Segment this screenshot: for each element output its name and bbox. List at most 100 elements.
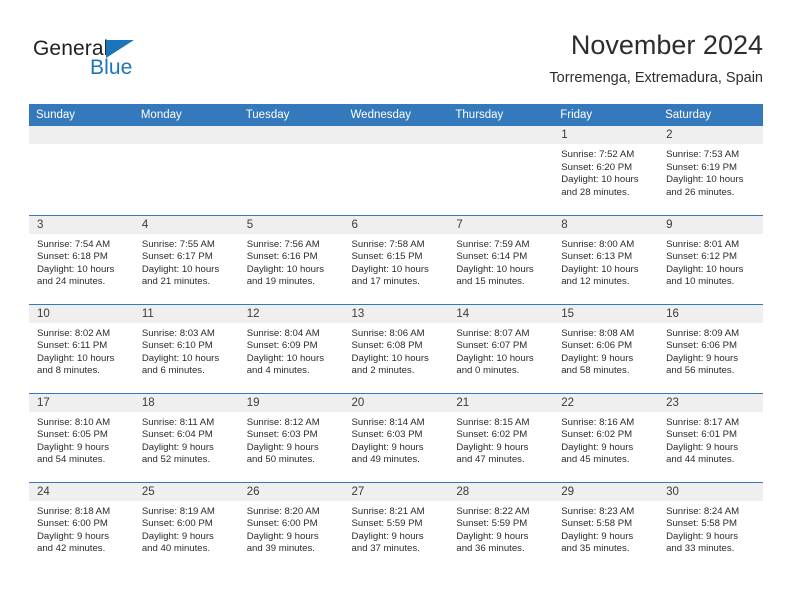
- day-number: [343, 126, 449, 144]
- calendar-day-cell-empty: [29, 126, 134, 215]
- sunset-text: Sunset: 5:59 PM: [351, 518, 423, 530]
- weekday-header-sunday: Sunday: [29, 104, 134, 126]
- calendar-week-row: 3 Sunrise: 7:54 AM Sunset: 6:18 PM Daylight…: [29, 214, 763, 304]
- calendar-day-cell[interactable]: 18 Sunrise: 8:11 AM Sunset: 6:04 PM Dayligh…: [133, 392, 239, 482]
- sunset-text: Sunset: 6:00 PM: [141, 518, 213, 530]
- daylight-text-line2: and 56 minutes.: [666, 365, 735, 377]
- weekday-header-monday: Monday: [133, 104, 239, 126]
- day-info: Sunrise: 8:09 AM Sunset: 6:06 PM Daylight:…: [658, 323, 763, 378]
- calendar-page: General Blue November 2024 Torremenga, E…: [0, 0, 792, 612]
- day-info: Sunrise: 8:17 AM Sunset: 6:01 PM Daylight:…: [658, 412, 763, 467]
- calendar-week-row: 17 Sunrise: 8:10 AM Sunset: 6:05 PM Dayligh…: [29, 392, 763, 482]
- calendar-day-cell[interactable]: 19 Sunrise: 8:12 AM Sunset: 6:03 PM Dayligh…: [238, 392, 344, 482]
- day-info: Sunrise: 8:04 AM Sunset: 6:09 PM Daylight:…: [239, 323, 344, 378]
- day-info: Sunrise: 8:06 AM Sunset: 6:08 PM Daylight:…: [344, 323, 449, 378]
- day-number: 2: [658, 126, 763, 144]
- sunrise-text: Sunrise: 7:54 AM: [37, 238, 111, 250]
- daylight-text-line1: Daylight: 9 hours: [456, 441, 529, 453]
- day-info: Sunrise: 7:54 AM Sunset: 6:18 PM Daylight:…: [29, 234, 134, 289]
- calendar-day-cell[interactable]: 23 Sunrise: 8:17 AM Sunset: 6:01 PM Dayligh…: [658, 392, 763, 482]
- daylight-text-line2: and 17 minutes.: [351, 276, 420, 288]
- day-number: 19: [238, 393, 344, 412]
- day-info: Sunrise: 8:23 AM Sunset: 5:58 PM Daylight:…: [553, 501, 658, 556]
- calendar-day-cell[interactable]: 3 Sunrise: 7:54 AM Sunset: 6:18 PM Daylight…: [29, 214, 134, 304]
- sunset-text: Sunset: 6:14 PM: [456, 251, 528, 263]
- day-info: Sunrise: 8:15 AM Sunset: 6:02 PM Daylight:…: [448, 412, 553, 467]
- daylight-text-line1: Daylight: 10 hours: [456, 263, 534, 275]
- daylight-text-line1: Daylight: 9 hours: [141, 530, 214, 542]
- day-info: Sunrise: 8:10 AM Sunset: 6:05 PM Daylight:…: [29, 412, 134, 467]
- day-info: Sunrise: 8:03 AM Sunset: 6:10 PM Daylight:…: [134, 323, 239, 378]
- calendar-day-cell[interactable]: 17 Sunrise: 8:10 AM Sunset: 6:05 PM Dayligh…: [29, 392, 134, 482]
- calendar-day-cell[interactable]: 29 Sunrise: 8:23 AM Sunset: 5:58 PM Dayligh…: [553, 481, 659, 571]
- sunset-text: Sunset: 6:04 PM: [141, 429, 213, 441]
- daylight-text-line1: Daylight: 9 hours: [561, 441, 634, 453]
- weekday-header-friday: Friday: [553, 104, 659, 126]
- daylight-text-line1: Daylight: 10 hours: [561, 263, 639, 275]
- day-number: 12: [238, 304, 344, 323]
- calendar-day-cell[interactable]: 16 Sunrise: 8:09 AM Sunset: 6:06 PM Dayligh…: [658, 303, 763, 393]
- sunset-text: Sunset: 6:15 PM: [351, 251, 423, 263]
- calendar-day-cell[interactable]: 21 Sunrise: 8:15 AM Sunset: 6:02 PM Dayligh…: [448, 392, 554, 482]
- calendar-day-cell[interactable]: 5 Sunrise: 7:56 AM Sunset: 6:16 PM Daylight…: [238, 214, 344, 304]
- calendar-day-cell[interactable]: 2 Sunrise: 7:53 AM Sunset: 6:19 PM Daylight…: [658, 126, 763, 215]
- sunset-text: Sunset: 6:05 PM: [37, 429, 108, 441]
- sunset-text: Sunset: 6:02 PM: [456, 429, 528, 441]
- calendar-day-cell[interactable]: 15 Sunrise: 8:08 AM Sunset: 6:06 PM Dayligh…: [553, 303, 659, 393]
- daylight-text-line1: Daylight: 9 hours: [246, 441, 319, 453]
- calendar-day-cell[interactable]: 1 Sunrise: 7:52 AM Sunset: 6:20 PM Daylight…: [553, 126, 659, 215]
- calendar-day-cell[interactable]: 10 Sunrise: 8:02 AM Sunset: 6:11 PM Dayligh…: [29, 303, 134, 393]
- calendar-grid: Sunday Monday Tuesday Wednesday Thursday…: [29, 104, 763, 571]
- day-info: Sunrise: 8:01 AM Sunset: 6:12 PM Daylight:…: [658, 234, 763, 289]
- page-subtitle: Torremenga, Extremadura, Spain: [549, 70, 763, 86]
- sunset-text: Sunset: 5:58 PM: [666, 518, 737, 530]
- sunrise-text: Sunrise: 7:59 AM: [456, 238, 530, 250]
- sunset-text: Sunset: 6:03 PM: [246, 429, 318, 441]
- day-number: 20: [343, 393, 449, 412]
- calendar-day-cell[interactable]: 26 Sunrise: 8:20 AM Sunset: 6:00 PM Dayligh…: [238, 481, 344, 571]
- calendar-day-cell[interactable]: 28 Sunrise: 8:22 AM Sunset: 5:59 PM Dayligh…: [448, 481, 554, 571]
- weekday-header-saturday: Saturday: [658, 104, 763, 126]
- calendar-day-cell[interactable]: 30 Sunrise: 8:24 AM Sunset: 5:58 PM Dayligh…: [658, 481, 763, 571]
- calendar-day-cell[interactable]: 22 Sunrise: 8:16 AM Sunset: 6:02 PM Dayligh…: [553, 392, 659, 482]
- calendar-day-cell[interactable]: 12 Sunrise: 8:04 AM Sunset: 6:09 PM Dayligh…: [238, 303, 344, 393]
- daylight-text-line2: and 4 minutes.: [246, 365, 310, 377]
- day-number: 26: [238, 482, 344, 501]
- calendar-day-cell[interactable]: 6 Sunrise: 7:58 AM Sunset: 6:15 PM Daylight…: [343, 214, 449, 304]
- day-number: 8: [553, 215, 659, 234]
- day-info: Sunrise: 8:12 AM Sunset: 6:03 PM Daylight:…: [239, 412, 344, 467]
- calendar-day-cell[interactable]: 25 Sunrise: 8:19 AM Sunset: 6:00 PM Dayligh…: [133, 481, 239, 571]
- calendar-day-cell[interactable]: 24 Sunrise: 8:18 AM Sunset: 6:00 PM Dayligh…: [29, 481, 134, 571]
- day-number: 11: [133, 304, 239, 323]
- day-info: Sunrise: 8:00 AM Sunset: 6:13 PM Daylight:…: [553, 234, 658, 289]
- sunrise-text: Sunrise: 8:23 AM: [561, 505, 635, 517]
- sunset-text: Sunset: 6:03 PM: [351, 429, 423, 441]
- sunrise-text: Sunrise: 8:22 AM: [456, 505, 530, 517]
- day-info: Sunrise: 8:21 AM Sunset: 5:59 PM Daylight:…: [344, 501, 449, 556]
- daylight-text-line1: Daylight: 9 hours: [561, 352, 634, 364]
- day-info: Sunrise: 8:18 AM Sunset: 6:00 PM Daylight:…: [29, 501, 134, 556]
- calendar-day-cell[interactable]: 11 Sunrise: 8:03 AM Sunset: 6:10 PM Dayligh…: [133, 303, 239, 393]
- calendar-day-cell[interactable]: 4 Sunrise: 7:55 AM Sunset: 6:17 PM Daylight…: [133, 214, 239, 304]
- sunset-text: Sunset: 6:02 PM: [561, 429, 633, 441]
- calendar-day-cell[interactable]: 20 Sunrise: 8:14 AM Sunset: 6:03 PM Dayligh…: [343, 392, 449, 482]
- calendar-day-cell[interactable]: 7 Sunrise: 7:59 AM Sunset: 6:14 PM Daylight…: [448, 214, 554, 304]
- daylight-text-line2: and 40 minutes.: [141, 543, 211, 555]
- sunset-text: Sunset: 6:11 PM: [37, 340, 108, 352]
- calendar-day-cell[interactable]: 14 Sunrise: 8:07 AM Sunset: 6:07 PM Dayligh…: [448, 303, 554, 393]
- calendar-day-cell[interactable]: 27 Sunrise: 8:21 AM Sunset: 5:59 PM Dayligh…: [343, 481, 449, 571]
- daylight-text-line2: and 0 minutes.: [456, 365, 520, 377]
- calendar-day-cell[interactable]: 13 Sunrise: 8:06 AM Sunset: 6:08 PM Dayligh…: [343, 303, 449, 393]
- day-number: 17: [29, 393, 134, 412]
- generalblue-logo[interactable]: General Blue: [33, 38, 203, 90]
- daylight-text-line2: and 8 minutes.: [37, 365, 100, 377]
- title-block: November 2024 Torremenga, Extremadura, S…: [549, 28, 763, 88]
- calendar-day-cell[interactable]: 8 Sunrise: 8:00 AM Sunset: 6:13 PM Daylight…: [553, 214, 659, 304]
- day-info: Sunrise: 7:59 AM Sunset: 6:14 PM Daylight:…: [448, 234, 553, 289]
- day-number: 27: [343, 482, 449, 501]
- day-info: Sunrise: 7:52 AM Sunset: 6:20 PM Daylight:…: [553, 144, 658, 199]
- day-info: Sunrise: 8:19 AM Sunset: 6:00 PM Daylight:…: [134, 501, 239, 556]
- day-number: [133, 126, 239, 144]
- calendar-day-cell[interactable]: 9 Sunrise: 8:01 AM Sunset: 6:12 PM Daylight…: [658, 214, 763, 304]
- daylight-text-line1: Daylight: 9 hours: [666, 530, 739, 542]
